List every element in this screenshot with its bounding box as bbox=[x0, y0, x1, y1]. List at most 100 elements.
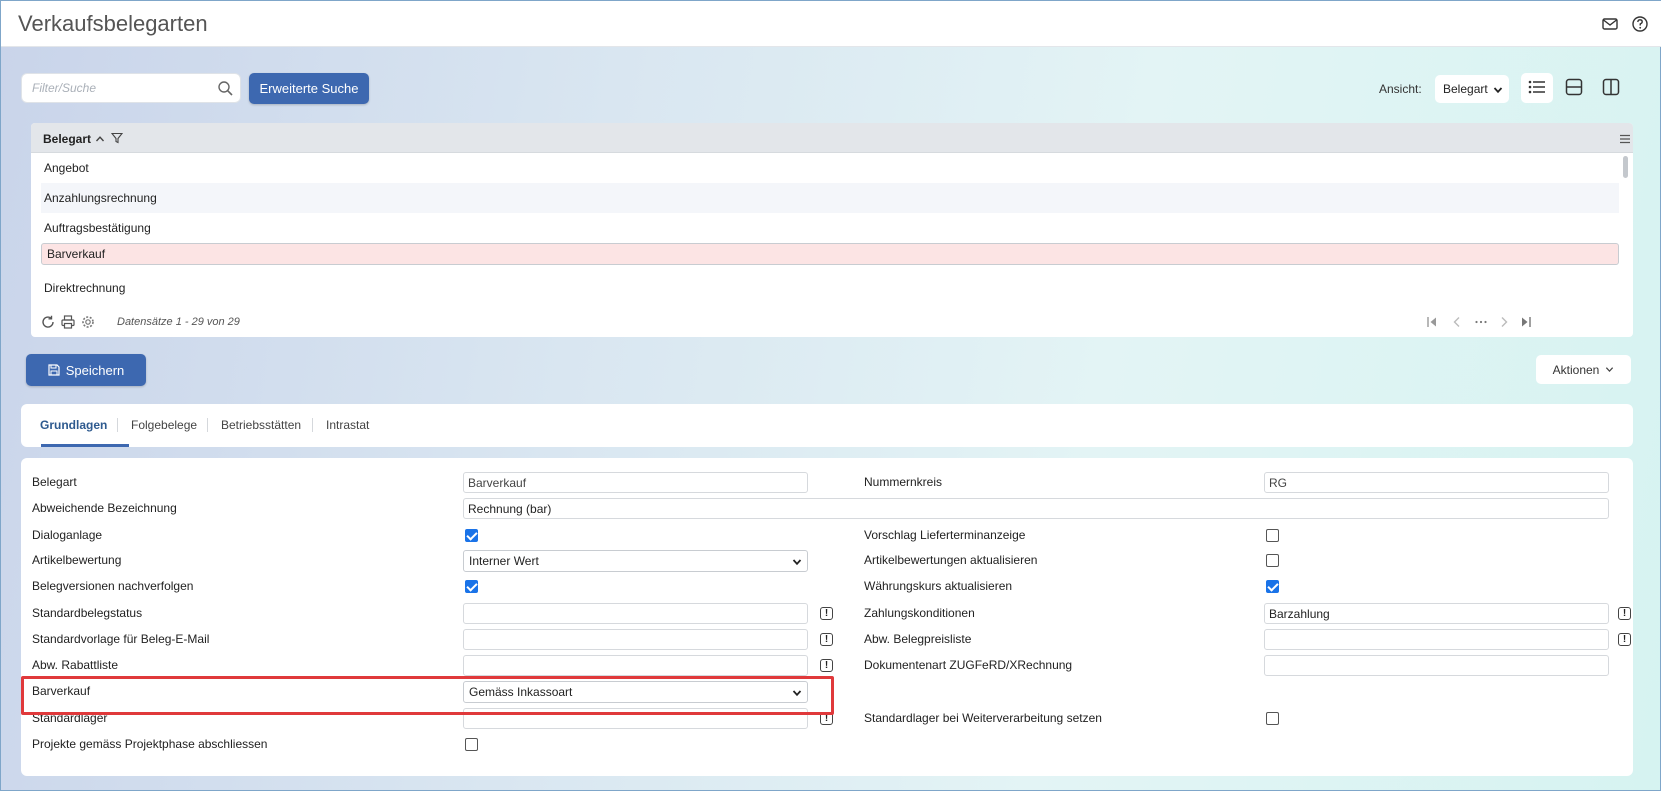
waehrungskurs-label: Währungskurs aktualisieren bbox=[864, 579, 1013, 593]
active-tab-indicator bbox=[41, 444, 129, 447]
grid-header: Belegart bbox=[31, 123, 1633, 153]
actions-label: Aktionen bbox=[1552, 362, 1600, 377]
abweichende-bezeichnung-label: Abweichende Bezeichnung bbox=[32, 501, 177, 515]
chevron-down-icon bbox=[1493, 84, 1503, 98]
tab-intrastat[interactable]: Intrastat bbox=[326, 418, 369, 432]
help-icon[interactable] bbox=[1631, 15, 1649, 33]
table-row-selected[interactable]: Barverkauf bbox=[41, 243, 1619, 265]
cell-belegart: Anzahlungsrechnung bbox=[44, 191, 157, 205]
document-types-grid: Belegart Angebot Anzahlungsrechnung Auft… bbox=[31, 123, 1633, 337]
split-vertical-icon bbox=[1602, 78, 1620, 99]
advanced-search-label: Erweiterte Suche bbox=[259, 81, 359, 96]
projekte-abschliessen-checkbox[interactable] bbox=[465, 738, 478, 751]
table-row[interactable]: Anzahlungsrechnung bbox=[41, 183, 1619, 213]
zahlungskonditionen-value: Barzahlung bbox=[1269, 606, 1330, 621]
zahlungskonditionen-field[interactable]: Barzahlung bbox=[1264, 603, 1609, 624]
split-vertical-button[interactable] bbox=[1595, 73, 1627, 103]
abw-rabattliste-label: Abw. Rabattliste bbox=[32, 658, 119, 672]
belegart-value: Barverkauf bbox=[468, 475, 527, 490]
cell-belegart: Barverkauf bbox=[47, 247, 106, 261]
abweichende-bezeichnung-value: Rechnung (bar) bbox=[468, 501, 552, 516]
search-field[interactable] bbox=[21, 73, 241, 103]
artikelbewertung-select[interactable]: Interner Wert bbox=[463, 550, 808, 572]
abweichende-bezeichnung-field[interactable]: Rechnung (bar) bbox=[463, 498, 1609, 519]
belegversionen-label: Belegversionen nachverfolgen bbox=[32, 579, 194, 593]
next-page-icon[interactable] bbox=[1498, 316, 1510, 331]
tab-divider bbox=[312, 418, 313, 432]
standardlager-weiterverarbeitung-label: Standardlager bei Weiterverarbeitung set… bbox=[864, 711, 1102, 725]
first-page-icon[interactable] bbox=[1426, 316, 1438, 331]
chevron-down-icon bbox=[792, 556, 802, 570]
sort-ascending-icon[interactable] bbox=[95, 133, 105, 147]
artikelbewertungen-aktualisieren-label: Artikelbewertungen aktualisieren bbox=[864, 553, 1038, 567]
list-view-button[interactable] bbox=[1521, 73, 1553, 103]
belegart-label: Belegart bbox=[32, 475, 77, 489]
info-exclamation-icon[interactable]: ! bbox=[1618, 633, 1631, 646]
dialoganlage-label: Dialoganlage bbox=[32, 528, 103, 542]
tab-divider bbox=[207, 418, 208, 432]
belegart-field[interactable]: Barverkauf bbox=[463, 472, 808, 493]
save-button[interactable]: Speichern bbox=[26, 354, 146, 386]
artikelbewertung-label: Artikelbewertung bbox=[32, 553, 122, 567]
tab-betriebsstaetten[interactable]: Betriebsstätten bbox=[221, 418, 301, 432]
actions-dropdown-button[interactable]: Aktionen bbox=[1536, 355, 1631, 384]
standardbelegstatus-label: Standardbelegstatus bbox=[32, 606, 143, 620]
highlight-frame bbox=[21, 676, 834, 715]
info-exclamation-icon[interactable]: ! bbox=[820, 659, 833, 672]
info-exclamation-icon[interactable]: ! bbox=[1618, 607, 1631, 620]
search-icon[interactable] bbox=[217, 80, 234, 97]
artikelbewertungen-aktualisieren-checkbox[interactable] bbox=[1266, 554, 1279, 567]
dialoganlage-checkbox[interactable] bbox=[465, 529, 478, 542]
list-view-icon bbox=[1528, 79, 1546, 98]
standardbelegstatus-field[interactable] bbox=[463, 603, 808, 624]
nummernkreis-field[interactable]: RG bbox=[1264, 472, 1609, 493]
chevron-down-icon bbox=[1605, 365, 1614, 374]
belegversionen-checkbox[interactable] bbox=[465, 580, 478, 593]
projekte-abschliessen-label: Projekte gemäss Projektphase abschliesse… bbox=[32, 737, 268, 751]
tab-grundlagen[interactable]: Grundlagen bbox=[40, 418, 107, 432]
tab-bar: Grundlagen Folgebelege Betriebsstätten I… bbox=[21, 404, 1633, 447]
mail-icon[interactable] bbox=[1601, 15, 1619, 33]
vorschlag-lieferterminanzeige-checkbox[interactable] bbox=[1266, 529, 1279, 542]
print-icon[interactable] bbox=[61, 315, 75, 332]
split-horizontal-button[interactable] bbox=[1558, 73, 1590, 103]
dokumentenart-field[interactable] bbox=[1264, 655, 1609, 676]
cell-belegart: Direktrechnung bbox=[44, 281, 126, 295]
abw-belegpreisliste-label: Abw. Belegpreisliste bbox=[864, 632, 972, 646]
column-menu-icon[interactable] bbox=[1620, 133, 1630, 147]
more-pages-icon[interactable] bbox=[1474, 316, 1488, 331]
nummernkreis-label: Nummernkreis bbox=[864, 475, 943, 489]
table-row[interactable]: Direktrechnung bbox=[41, 273, 1619, 303]
waehrungskurs-checkbox[interactable] bbox=[1266, 580, 1279, 593]
search-input[interactable] bbox=[22, 74, 202, 102]
save-label: Speichern bbox=[65, 362, 125, 378]
form-panel: Belegart Barverkauf Nummernkreis RG Abwe… bbox=[21, 458, 1633, 776]
abw-rabattliste-field[interactable] bbox=[463, 655, 808, 676]
grid-footer: Datensätze 1 - 29 von 29 bbox=[31, 307, 1633, 337]
zahlungskonditionen-label: Zahlungskonditionen bbox=[864, 606, 975, 620]
table-row[interactable]: Angebot bbox=[41, 153, 1619, 183]
last-page-icon[interactable] bbox=[1520, 316, 1532, 331]
abw-belegpreisliste-field[interactable] bbox=[1264, 629, 1609, 650]
view-select[interactable]: Belegart bbox=[1435, 75, 1509, 103]
info-exclamation-icon[interactable]: ! bbox=[820, 633, 833, 646]
column-header-belegart[interactable]: Belegart bbox=[43, 132, 91, 146]
grid-scrollbar[interactable] bbox=[1623, 156, 1628, 178]
tab-folgebelege[interactable]: Folgebelege bbox=[131, 418, 197, 432]
standardlager-weiterverarbeitung-checkbox[interactable] bbox=[1266, 712, 1279, 725]
title-bar: Verkaufsbelegarten bbox=[1, 1, 1661, 47]
split-horizontal-icon bbox=[1565, 78, 1583, 99]
previous-page-icon[interactable] bbox=[1451, 316, 1463, 331]
view-label: Ansicht: bbox=[1379, 82, 1422, 96]
advanced-search-button[interactable]: Erweiterte Suche bbox=[249, 73, 369, 104]
settings-gear-icon[interactable] bbox=[81, 315, 95, 332]
cell-belegart: Auftragsbestätigung bbox=[44, 221, 151, 235]
records-count: Datensätze 1 - 29 von 29 bbox=[117, 316, 240, 328]
table-row[interactable]: Auftragsbestätigung bbox=[41, 213, 1619, 243]
tab-divider bbox=[117, 418, 118, 432]
refresh-icon[interactable] bbox=[41, 315, 55, 332]
cell-belegart: Angebot bbox=[44, 161, 89, 175]
filter-icon[interactable] bbox=[110, 132, 124, 147]
info-exclamation-icon[interactable]: ! bbox=[820, 607, 833, 620]
standardvorlage-field[interactable] bbox=[463, 629, 808, 650]
